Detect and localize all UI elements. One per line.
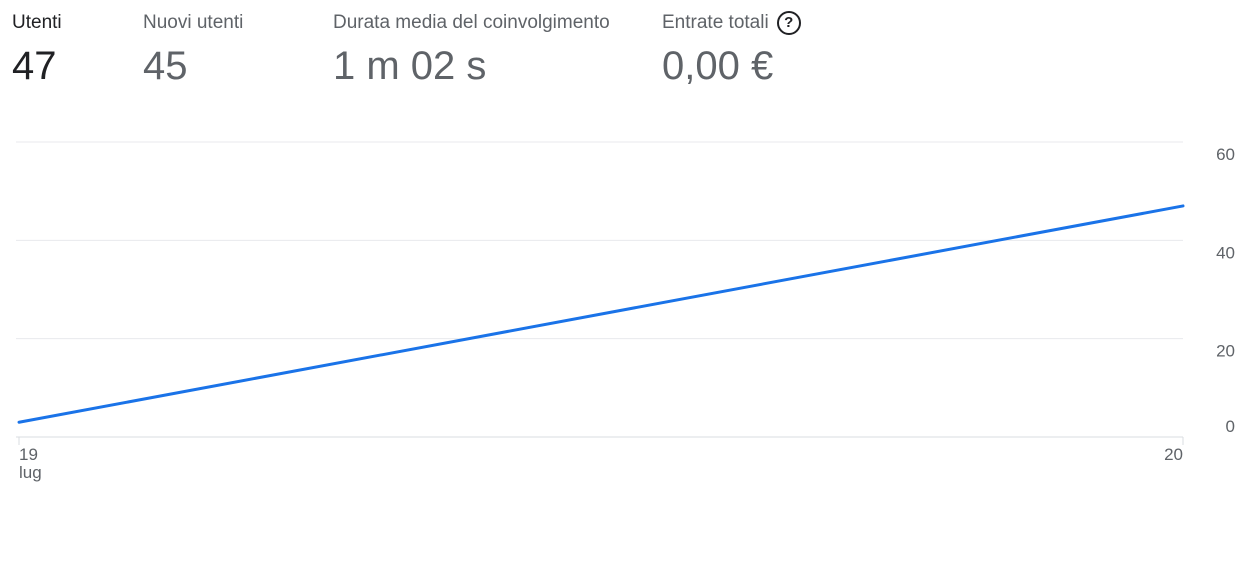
line-chart: 0 20 40 60 19lug 20 bbox=[16, 141, 1235, 482]
y-tick-label: 0 bbox=[1226, 417, 1235, 436]
y-tick-label: 20 bbox=[1216, 342, 1235, 361]
x-tick-label-month: lug bbox=[19, 463, 42, 482]
y-tick-label: 40 bbox=[1216, 243, 1235, 262]
series-line bbox=[17, 204, 1185, 424]
y-tick-label: 60 bbox=[1216, 145, 1235, 164]
x-tick-label: 20 bbox=[1164, 445, 1183, 464]
x-tick-label: 19 bbox=[19, 445, 38, 464]
